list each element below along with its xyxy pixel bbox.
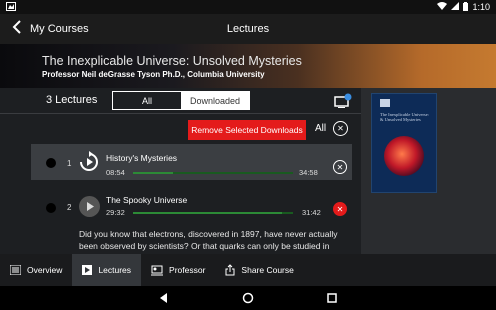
- select-radio[interactable]: [46, 158, 56, 168]
- list-icon: [10, 265, 21, 275]
- bottom-tab-bar: Overview Lectures Professor Share Course: [0, 254, 496, 286]
- divider: [0, 113, 361, 114]
- tab-professor[interactable]: Professor: [141, 254, 215, 286]
- replay-icon[interactable]: [78, 151, 100, 173]
- tab-lectures[interactable]: Lectures: [72, 254, 142, 286]
- progress-fill: [133, 172, 173, 174]
- tab-label: Professor: [169, 265, 206, 275]
- lecture-count: 3 Lectures: [46, 94, 98, 106]
- progress-fill: [133, 212, 282, 214]
- professor-name: Professor Neil deGrasse Tyson Ph.D., Col…: [42, 70, 265, 79]
- professor-icon: [151, 265, 164, 275]
- lecture-number: 1: [67, 159, 72, 168]
- cover-title: The Inexplicable Universe: & Unsolved My…: [380, 112, 429, 122]
- course-cover-panel: The Inexplicable Universe: & Unsolved My…: [361, 88, 496, 254]
- lecture-number: 2: [67, 203, 72, 212]
- battery-icon: [463, 1, 469, 13]
- course-hero: The Inexplicable Universe: Unsolved Myst…: [0, 44, 496, 88]
- tab-label: Share Course: [241, 265, 294, 275]
- filter-segmented-control: All Downloaded: [112, 91, 250, 110]
- remove-download-icon[interactable]: ✕: [333, 160, 347, 174]
- lectures-panel: 3 Lectures All Downloaded Remove Selecte…: [0, 88, 361, 254]
- select-all-label: All: [315, 123, 327, 134]
- cast-tv-icon[interactable]: [334, 93, 352, 108]
- app-bar: My Courses Lectures: [0, 14, 496, 44]
- nav-recents-icon[interactable]: [324, 290, 340, 306]
- nav-home-icon[interactable]: [240, 290, 256, 306]
- course-title: The Inexplicable Universe: Unsolved Myst…: [42, 54, 302, 68]
- filter-downloaded-tab[interactable]: Downloaded: [181, 92, 249, 109]
- logo-icon: [380, 99, 390, 107]
- tab-label: Overview: [27, 265, 63, 275]
- lecture-elapsed: 29:32: [106, 208, 125, 217]
- lecture-elapsed: 08:54: [106, 168, 125, 177]
- lecture-title: The Spooky Universe: [106, 195, 188, 205]
- select-all-close-icon[interactable]: ✕: [333, 121, 348, 136]
- filter-all-tab[interactable]: All: [113, 92, 181, 109]
- status-bar: 1:10: [0, 0, 496, 14]
- system-nav-bar: [0, 286, 496, 310]
- lecture-duration: 31:42: [302, 208, 321, 217]
- lecture-duration: 34:58: [299, 168, 318, 177]
- remove-selected-downloads-button[interactable]: Remove Selected Downloads: [188, 120, 306, 140]
- status-time: 1:10: [472, 2, 490, 12]
- share-icon: [225, 264, 235, 276]
- lecture-title: History's Mysteries: [106, 153, 178, 163]
- arrow-back-icon[interactable]: [6, 19, 28, 39]
- course-cover-image: The Inexplicable Universe: & Unsolved My…: [371, 93, 437, 193]
- play-icon: [82, 265, 93, 275]
- tab-label: Lectures: [98, 265, 132, 275]
- signal-icon: [451, 2, 460, 12]
- notification-icon: [6, 1, 16, 13]
- lecture-description: Did you know that electrons, discovered …: [79, 229, 338, 251]
- tab-share-course[interactable]: Share Course: [215, 254, 303, 286]
- nav-back-icon[interactable]: [156, 290, 172, 306]
- planet-image: [384, 136, 424, 176]
- remove-download-icon[interactable]: ✕: [333, 202, 347, 216]
- wifi-icon: [437, 2, 448, 12]
- tab-overview[interactable]: Overview: [0, 254, 72, 286]
- play-icon[interactable]: [79, 196, 100, 217]
- my-courses-link[interactable]: My Courses: [30, 23, 89, 35]
- select-radio[interactable]: [46, 203, 56, 213]
